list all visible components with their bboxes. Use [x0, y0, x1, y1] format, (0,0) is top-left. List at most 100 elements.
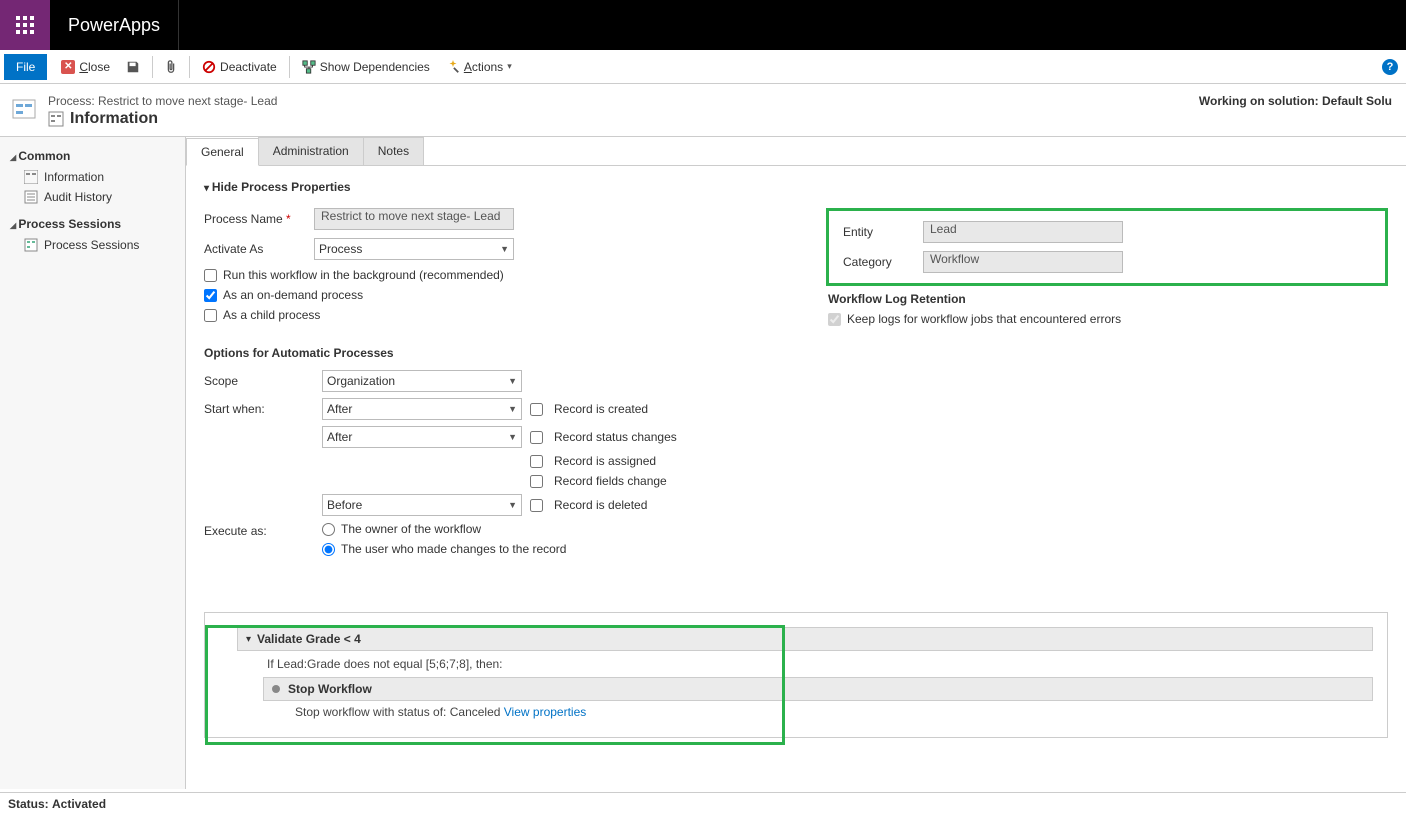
close-button[interactable]: ✕ Close [55, 56, 116, 78]
show-dependencies-button[interactable]: Show Dependencies [296, 56, 436, 78]
nav-item-label: Audit History [44, 190, 112, 204]
file-button[interactable]: File [4, 54, 47, 80]
help-button[interactable]: ? [1382, 59, 1398, 75]
process-name-label: Process Name [204, 212, 314, 226]
scope-label: Scope [204, 374, 314, 388]
as-child-checkbox[interactable] [204, 309, 217, 322]
record-created-label: Record is created [554, 402, 766, 416]
topbar-separator [178, 0, 179, 50]
nav-item-label: Information [44, 170, 104, 184]
options-auto-header: Options for Automatic Processes [204, 346, 766, 360]
dependencies-icon [302, 60, 316, 74]
record-created-checkbox[interactable] [530, 403, 543, 416]
workflow-log-header: Workflow Log Retention [828, 292, 1388, 306]
tab-general[interactable]: General [186, 138, 259, 166]
tab-administration[interactable]: Administration [258, 137, 364, 165]
page-title: Information [48, 110, 277, 128]
waffle-icon [16, 16, 34, 34]
record-deleted-checkbox[interactable] [530, 499, 543, 512]
record-fields-label: Record fields change [554, 474, 766, 488]
entity-field: Lead [923, 221, 1123, 243]
bullet-icon [272, 685, 280, 693]
step-title: Validate Grade < 4 [257, 632, 361, 646]
exec-owner-label: The owner of the workflow [341, 522, 481, 536]
category-label: Category [843, 255, 923, 269]
step-row[interactable]: Validate Grade < 4 [237, 627, 1373, 651]
information-icon [24, 170, 38, 184]
on-demand-checkbox[interactable] [204, 289, 217, 302]
toolbar-sep [189, 56, 190, 78]
content-area: General Administration Notes Hide Proces… [186, 137, 1406, 789]
nav-audit-history[interactable]: Audit History [0, 187, 185, 207]
record-assigned-label: Record is assigned [554, 454, 766, 468]
app-title: PowerApps [68, 15, 160, 36]
execute-as-label: Execute as: [204, 524, 314, 538]
paperclip-icon [165, 60, 177, 74]
breadcrumb: Process: Restrict to move next stage- Le… [48, 94, 277, 108]
command-bar: File ✕ Close Deactivate Show Dependencie… [0, 50, 1406, 84]
toolbar-sep [289, 56, 290, 78]
exec-user-radio[interactable] [322, 543, 335, 556]
start-when-label: Start when: [204, 402, 314, 416]
start-when-after1-select[interactable]: After [322, 398, 522, 420]
solution-label: Working on solution: Default Solu [1199, 94, 1392, 108]
keep-logs-checkbox[interactable] [828, 313, 841, 326]
attachment-button[interactable] [159, 56, 183, 78]
process-name-field[interactable]: Restrict to move next stage- Lead [314, 208, 514, 230]
tab-notes[interactable]: Notes [363, 137, 424, 165]
start-when-before-select[interactable]: Before [322, 494, 522, 516]
run-background-label: Run this workflow in the background (rec… [223, 268, 504, 282]
hide-process-properties-toggle[interactable]: Hide Process Properties [204, 180, 1388, 194]
close-icon: ✕ [61, 60, 75, 74]
audit-icon [24, 190, 38, 204]
toolbar-sep [152, 56, 153, 78]
record-assigned-checkbox[interactable] [530, 455, 543, 468]
deactivate-label: Deactivate [220, 60, 277, 74]
show-dependencies-label: Show Dependencies [320, 60, 430, 74]
run-background-checkbox[interactable] [204, 269, 217, 282]
substep-row[interactable]: Stop Workflow [263, 677, 1373, 701]
save-icon-button[interactable] [120, 56, 146, 78]
category-field: Workflow [923, 251, 1123, 273]
process-header-icon [10, 96, 38, 124]
exec-owner-radio[interactable] [322, 523, 335, 536]
nav-item-label: Process Sessions [44, 238, 139, 252]
actions-menu[interactable]: Actions ▾ [440, 56, 518, 78]
substep-title: Stop Workflow [288, 682, 372, 696]
deactivate-icon [202, 60, 216, 74]
deactivate-button[interactable]: Deactivate [196, 56, 283, 78]
status-label: Status: [8, 797, 49, 811]
nav-information[interactable]: Information [0, 167, 185, 187]
workflow-steps-container: Validate Grade < 4 If Lead:Grade does no… [204, 612, 1388, 738]
app-launcher-button[interactable] [0, 0, 50, 50]
sessions-icon [24, 238, 38, 252]
status-bar: Status: Activated [0, 792, 1406, 814]
scope-select[interactable]: Organization [322, 370, 522, 392]
record-status-label: Record status changes [554, 430, 766, 444]
entity-label: Entity [843, 225, 923, 239]
view-properties-link[interactable]: View properties [504, 705, 587, 719]
nav-process-sessions[interactable]: Process Sessions [0, 235, 185, 255]
activate-as-select[interactable]: Process [314, 238, 514, 260]
exec-user-label: The user who made changes to the record [341, 542, 566, 556]
nav-group-common[interactable]: Common [0, 145, 185, 167]
record-fields-checkbox[interactable] [530, 475, 543, 488]
record-deleted-label: Record is deleted [554, 498, 766, 512]
wand-icon [446, 60, 460, 74]
keep-logs-label: Keep logs for workflow jobs that encount… [847, 312, 1121, 326]
status-value: Activated [52, 797, 106, 811]
step-condition: If Lead:Grade does not equal [5;6;7;8], … [237, 651, 1373, 677]
page-header: Process: Restrict to move next stage- Le… [0, 84, 1406, 137]
entity-category-box: Entity Lead Category Workflow [826, 208, 1388, 286]
on-demand-label: As an on-demand process [223, 288, 363, 302]
start-when-after2-select[interactable]: After [322, 426, 522, 448]
as-child-label: As a child process [223, 308, 320, 322]
save-icon [126, 60, 140, 74]
record-status-checkbox[interactable] [530, 431, 543, 444]
activate-as-label: Activate As [204, 242, 314, 256]
chevron-down-icon: ▾ [507, 61, 512, 72]
top-bar: PowerApps [0, 0, 1406, 50]
substep-detail: Stop workflow with status of: Canceled V… [237, 701, 1373, 723]
nav-group-sessions[interactable]: Process Sessions [0, 213, 185, 235]
left-nav: Common Information Audit History Process… [0, 137, 186, 789]
